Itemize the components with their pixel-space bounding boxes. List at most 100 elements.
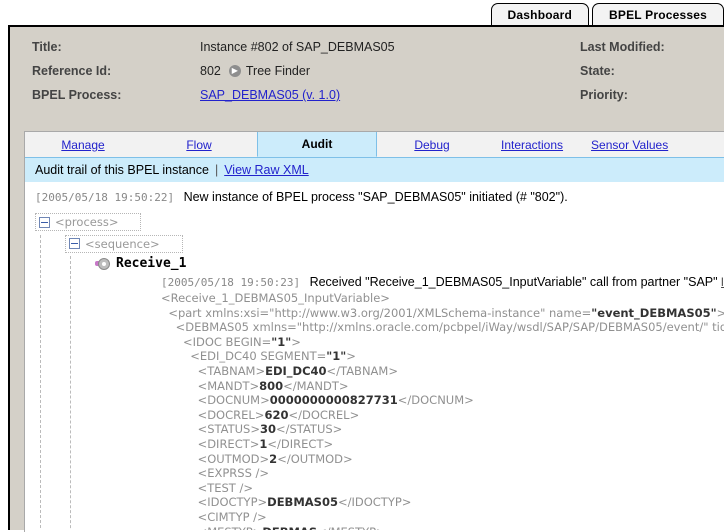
xml-value: "1"	[326, 349, 347, 364]
minus-box-icon[interactable]	[39, 216, 50, 228]
reference-id-value-group: 802 ▶ Tree Finder	[200, 64, 580, 78]
xml-markup: </MANDT>	[283, 378, 349, 393]
audit-tree: <process> <sequence> Receive_1 [2005/05/…	[25, 213, 724, 530]
xml-value: EDI_DC40	[265, 363, 327, 378]
top-tab-group: Dashboard BPEL Processes	[490, 3, 724, 25]
xml-markup: <DIRECT>	[197, 436, 260, 451]
instance-event-timestamp: [2005/05/18 19:50:22]	[35, 191, 175, 204]
receive-gear-icon	[95, 257, 110, 271]
xml-markup: <OUTMOD>	[197, 451, 270, 466]
instance-process-row: BPEL Process: SAP_DEBMAS05 (v. 1.0) Prio…	[10, 83, 724, 107]
xml-markup: </DIRECT>	[267, 436, 334, 451]
top-tab-bpel-processes[interactable]: BPEL Processes	[592, 3, 724, 25]
xml-markup: <IDOCTYP>	[197, 495, 268, 510]
tab-manage[interactable]: Manage	[25, 132, 141, 157]
circle-arrow-right-icon: ▶	[228, 65, 241, 77]
content-panel: Manage Flow Audit Debug Interactions Sen…	[24, 131, 724, 532]
xml-markup: <Receive_1_DEBMAS05_InputVariable>	[161, 291, 390, 305]
xml-markup: <DEBMAS05 xmlns="http://xmlns.oracle.com…	[175, 320, 724, 335]
xml-markup: </DOCREL>	[288, 407, 360, 422]
instance-initiated-event: [2005/05/18 19:50:22] New instance of BP…	[25, 190, 724, 204]
xml-markup: <MANDT>	[197, 378, 260, 393]
reference-id-label: Reference Id:	[32, 64, 112, 78]
xml-line: <EXPRSS />	[161, 466, 724, 481]
xml-markup: <EDI_DC40 SEGMENT=	[190, 349, 327, 364]
activity-receive-1-label: Receive_1	[116, 256, 187, 271]
xml-markup: </STATUS>	[276, 422, 343, 437]
xml-markup: <MESTYP>	[198, 525, 263, 531]
xml-line: <Receive_1_DEBMAS05_InputVariable>	[161, 291, 724, 306]
xml-value: DEBMAS05	[267, 495, 338, 510]
xml-line: <MESTYP>DEBMAS</MESTYP>	[161, 525, 724, 531]
xml-value: "1"	[271, 334, 292, 349]
xml-markup: >	[717, 306, 724, 320]
xml-value: 800	[259, 378, 284, 393]
tree-node-process[interactable]: <process>	[35, 213, 142, 231]
xml-value: 30	[259, 422, 276, 437]
tree-level-sequence-children: Receive_1 [2005/05/18 19:50:23] Received…	[65, 256, 724, 530]
xml-line: <IDOC BEGIN="1">	[161, 335, 724, 350]
xml-line: <EDI_DC40 SEGMENT="1">	[161, 349, 724, 364]
xml-line: <IDOCTYP>DEBMAS05</IDOCTYP>	[161, 495, 724, 510]
tree-node-sequence[interactable]: <sequence>	[65, 234, 183, 253]
xml-value: "event_DEBMAS05"	[591, 305, 717, 320]
xml-line: <STATUS>30</STATUS>	[161, 422, 724, 437]
tab-debug[interactable]: Debug	[377, 132, 487, 157]
xml-markup: <EXPRSS />	[197, 466, 270, 481]
reference-id-value: 802	[200, 64, 221, 78]
minus-box-icon[interactable]	[69, 238, 80, 249]
xml-markup: <CIMTYP />	[197, 509, 267, 524]
xml-line: <DOCNUM>0000000000827731</DOCNUM>	[161, 393, 724, 408]
tree-node-sequence-label: <sequence>	[85, 236, 160, 251]
xml-markup: >	[291, 334, 301, 349]
main-frame: Title: Instance #802 of SAP_DEBMAS05 Las…	[8, 25, 724, 532]
xml-markup: <IDOC BEGIN=	[182, 334, 272, 349]
tree-guide-line	[40, 234, 41, 530]
audit-trail-text: Audit trail of this BPEL instance	[35, 163, 209, 177]
received-event-timestamp: [2005/05/18 19:50:23]	[161, 276, 301, 289]
tab-flow[interactable]: Flow	[141, 132, 257, 157]
activity-receive-1[interactable]: Receive_1	[95, 256, 724, 271]
tree-guide-line	[70, 256, 71, 530]
xml-markup: <part xmlns:xsi="http://www.w3.org/2001/…	[168, 305, 592, 320]
xml-markup: <STATUS>	[197, 422, 260, 437]
xml-value: DEBMAS	[262, 525, 317, 531]
xml-markup: </TABNAM>	[326, 363, 398, 378]
tree-level-process-children: <sequence> Receive_1 [2005/05/18 19:50:2…	[35, 234, 724, 530]
xml-line: <CIMTYP />	[161, 510, 724, 525]
xml-markup: </IDOCTYP>	[337, 495, 412, 510]
last-modified-label: Last Modified:	[580, 40, 665, 54]
received-payload-xml: <Receive_1_DEBMAS05_InputVariable> <part…	[95, 291, 724, 530]
xml-markup: <TABNAM>	[197, 363, 266, 378]
xml-line: <TEST />	[161, 481, 724, 496]
view-raw-xml-link[interactable]: View Raw XML	[224, 163, 309, 177]
received-event-line: [2005/05/18 19:50:23] Received "Receive_…	[95, 275, 724, 289]
instance-header: Title: Instance #802 of SAP_DEBMAS05 Las…	[10, 27, 724, 105]
received-event-text: Received "Receive_1_DEBMAS05_InputVariab…	[309, 275, 718, 289]
tab-sensor-values[interactable]: Sensor Values	[577, 132, 682, 157]
instance-reference-row: Reference Id: 802 ▶ Tree Finder State:	[10, 59, 724, 83]
tab-audit[interactable]: Audit	[257, 132, 377, 157]
instance-event-text: New instance of BPEL process "SAP_DEBMAS…	[183, 190, 568, 204]
xml-markup: </OUTMOD>	[277, 451, 353, 466]
xml-value: 2	[269, 451, 278, 466]
top-tabbar: Dashboard BPEL Processes	[0, 0, 724, 25]
instance-title-row: Title: Instance #802 of SAP_DEBMAS05 Las…	[10, 35, 724, 59]
xml-value: 620	[264, 407, 289, 422]
audit-body: [2005/05/18 19:50:22] New instance of BP…	[25, 182, 724, 530]
tree-finder-label: Tree Finder	[245, 64, 311, 78]
top-tab-dashboard[interactable]: Dashboard	[490, 3, 590, 25]
audit-bar-separator: |	[214, 163, 219, 177]
xml-markup: <TEST />	[197, 480, 253, 495]
bpel-process-link[interactable]: SAP_DEBMAS05 (v. 1.0)	[200, 88, 340, 102]
xml-line: <part xmlns:xsi="http://www.w3.org/2001/…	[161, 306, 724, 321]
title-value: Instance #802 of SAP_DEBMAS05	[200, 40, 395, 54]
tree-node-process-label: <process>	[55, 215, 119, 229]
audit-trail-bar: Audit trail of this BPEL instance | View…	[25, 158, 724, 182]
xml-line: <DEBMAS05 xmlns="http://xmlns.oracle.com…	[161, 320, 724, 335]
xml-line: <TABNAM>EDI_DC40</TABNAM>	[161, 364, 724, 379]
xml-markup: </MESTYP>	[317, 525, 386, 531]
tree-finder-button[interactable]: ▶ Tree Finder	[228, 64, 311, 78]
tab-interactions[interactable]: Interactions	[487, 132, 577, 157]
xml-line: <DIRECT>1</DIRECT>	[161, 437, 724, 452]
